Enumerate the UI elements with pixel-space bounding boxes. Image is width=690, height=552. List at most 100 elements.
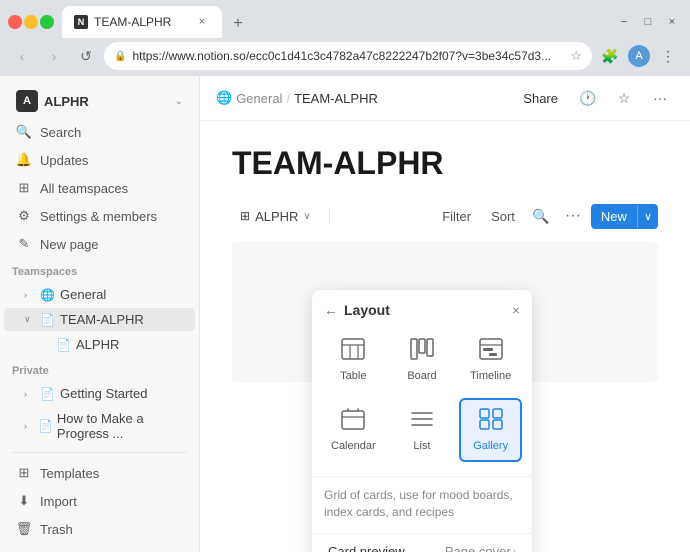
sidebar-settings-label: Settings & members xyxy=(40,209,157,224)
sidebar-item-search[interactable]: 🔍 Search xyxy=(4,119,195,145)
new-chevron-icon[interactable]: ∨ xyxy=(637,205,658,228)
more-options-btn[interactable]: ··· xyxy=(646,84,674,112)
sidebar-item-new-page[interactable]: ✎ New page xyxy=(4,231,195,257)
profile-btn[interactable]: A xyxy=(628,45,650,67)
extensions-btn[interactable]: 🧩 xyxy=(596,42,624,70)
calendar-layout-label: Calendar xyxy=(331,440,376,452)
minimize-window-btn[interactable] xyxy=(24,15,38,29)
calendar-layout-icon xyxy=(341,408,365,436)
window-actions: − □ × xyxy=(614,12,682,32)
layout-option-timeline[interactable]: Timeline xyxy=(459,328,522,392)
card-preview-chevron-icon: › xyxy=(513,546,516,552)
panel-divider-1 xyxy=(312,476,532,477)
sidebar-item-import[interactable]: ⬇ Import xyxy=(4,488,195,514)
timeline-layout-icon xyxy=(479,338,503,366)
alphr-label: ALPHR xyxy=(76,337,119,352)
sidebar-item-templates[interactable]: ⊞ Templates xyxy=(4,460,195,486)
sidebar-search-label: Search xyxy=(40,125,81,140)
card-preview-label: Card preview xyxy=(328,544,445,552)
window-controls xyxy=(8,15,54,29)
panel-title: Layout xyxy=(344,302,506,318)
progress-icon: 📄 xyxy=(38,419,53,433)
layout-option-list[interactable]: List xyxy=(391,398,454,462)
tab-close-btn[interactable]: × xyxy=(194,14,210,30)
progress-label: How to Make a Progress ... xyxy=(57,411,187,441)
updates-icon: 🔔 xyxy=(16,152,32,168)
breadcrumb-current: TEAM-ALPHR xyxy=(294,91,378,106)
filter-btn[interactable]: Filter xyxy=(434,205,479,228)
alphr-icon: 📄 xyxy=(56,338,72,352)
workspace-header[interactable]: A ALPHR ⌄ xyxy=(4,84,195,118)
gallery-layout-label: Gallery xyxy=(473,440,508,452)
db-toolbar-right: Filter Sort 🔍 ··· New ∨ xyxy=(434,202,658,230)
window-restore-icon[interactable]: □ xyxy=(638,12,658,32)
sidebar-item-getting-started[interactable]: › 📄 Getting Started xyxy=(4,382,195,405)
bookmark-star-icon[interactable]: ☆ xyxy=(570,48,582,64)
page-content: TEAM-ALPHR ⊞ ALPHR ∨ Filter Sort 🔍 ··· N… xyxy=(200,121,690,552)
breadcrumb-bar: 🌐 General / TEAM-ALPHR Share 🕐 ☆ ··· xyxy=(200,76,690,121)
active-tab[interactable]: N TEAM-ALPHR × xyxy=(62,6,222,38)
sidebar-item-updates[interactable]: 🔔 Updates xyxy=(4,147,195,173)
address-bar: ‹ › ↺ 🔒 https://www.notion.so/ecc0c1d41c… xyxy=(0,38,690,76)
breadcrumb-actions: Share 🕐 ☆ ··· xyxy=(515,84,674,112)
layout-option-board[interactable]: Board xyxy=(391,328,454,392)
sidebar-item-alphr[interactable]: 📄 ALPHR xyxy=(4,333,195,356)
new-tab-btn[interactable]: + xyxy=(224,10,252,38)
back-btn[interactable]: ‹ xyxy=(8,42,36,70)
layout-option-gallery[interactable]: Gallery xyxy=(459,398,522,462)
db-view-icon: ⊞ xyxy=(240,209,250,223)
list-layout-label: List xyxy=(413,440,430,452)
getting-started-label: Getting Started xyxy=(60,386,147,401)
db-view-selector[interactable]: ⊞ ALPHR ∨ xyxy=(232,205,319,228)
sidebar-item-trash[interactable]: 🗑 Trash xyxy=(4,516,195,542)
refresh-btn[interactable]: ↺ xyxy=(72,42,100,70)
sidebar-item-settings[interactable]: ⚙ Settings & members xyxy=(4,203,195,229)
private-section-label: Private xyxy=(0,357,199,381)
sidebar-item-general[interactable]: › 🌐 General xyxy=(4,283,195,306)
db-more-btn[interactable]: ··· xyxy=(559,202,587,230)
new-record-btn[interactable]: New ∨ xyxy=(591,204,658,229)
card-preview-value: Page cover › xyxy=(445,544,516,552)
history-btn[interactable]: 🕐 xyxy=(574,84,602,112)
sidebar-updates-label: Updates xyxy=(40,153,88,168)
url-bar[interactable]: 🔒 https://www.notion.so/ecc0c1d41c3c4782… xyxy=(104,42,592,70)
window-minimize-icon[interactable]: − xyxy=(614,12,634,32)
teamspaces-icon: ⊞ xyxy=(16,180,32,196)
breadcrumb-parent[interactable]: General xyxy=(236,91,282,106)
timeline-layout-label: Timeline xyxy=(470,370,511,382)
db-view-chevron-icon: ∨ xyxy=(303,211,310,222)
forward-btn[interactable]: › xyxy=(40,42,68,70)
panel-close-btn[interactable]: × xyxy=(512,302,520,318)
lock-icon: 🔒 xyxy=(114,51,126,62)
panel-back-btn[interactable]: ← xyxy=(324,302,338,318)
layout-option-calendar[interactable]: Calendar xyxy=(322,398,385,462)
maximize-window-btn[interactable] xyxy=(40,15,54,29)
star-btn[interactable]: ☆ xyxy=(610,84,638,112)
layout-options-grid: Table Board xyxy=(312,328,532,472)
url-text: https://www.notion.so/ecc0c1d41c3c4782a4… xyxy=(132,49,564,63)
browser-more-btn[interactable]: ⋮ xyxy=(654,42,682,70)
browser-top-bar: N TEAM-ALPHR × + − □ × xyxy=(0,0,690,38)
sidebar-item-team-alphr[interactable]: ∨ 📄 TEAM-ALPHR xyxy=(4,308,195,331)
share-button[interactable]: Share xyxy=(515,87,566,110)
close-window-btn[interactable] xyxy=(8,15,22,29)
card-preview-row[interactable]: Card preview Page cover › xyxy=(316,538,528,552)
sidebar-item-progress[interactable]: › 📄 How to Make a Progress ... xyxy=(4,407,195,445)
layout-option-table[interactable]: Table xyxy=(322,328,385,392)
workspace-chevron-icon: ⌄ xyxy=(175,96,183,107)
teamspaces-section-label: Teamspaces xyxy=(0,258,199,282)
sidebar-item-teamspaces[interactable]: ⊞ All teamspaces xyxy=(4,175,195,201)
breadcrumb-separator: / xyxy=(286,91,290,106)
import-label: Import xyxy=(40,494,77,509)
breadcrumb: 🌐 General / TEAM-ALPHR xyxy=(216,90,378,106)
db-search-btn[interactable]: 🔍 xyxy=(527,202,555,230)
window-close-icon[interactable]: × xyxy=(662,12,682,32)
new-label[interactable]: New xyxy=(591,204,637,229)
panel-header: ← Layout × xyxy=(312,302,532,328)
sort-btn[interactable]: Sort xyxy=(483,205,523,228)
app-layout: A ALPHR ⌄ 🔍 Search 🔔 Updates ⊞ All teams… xyxy=(0,76,690,552)
progress-chevron-icon: › xyxy=(24,421,34,431)
board-layout-label: Board xyxy=(407,370,436,382)
db-area: 📄 Editing You ← Layout × xyxy=(232,242,658,382)
tab-title: TEAM-ALPHR xyxy=(94,15,188,29)
